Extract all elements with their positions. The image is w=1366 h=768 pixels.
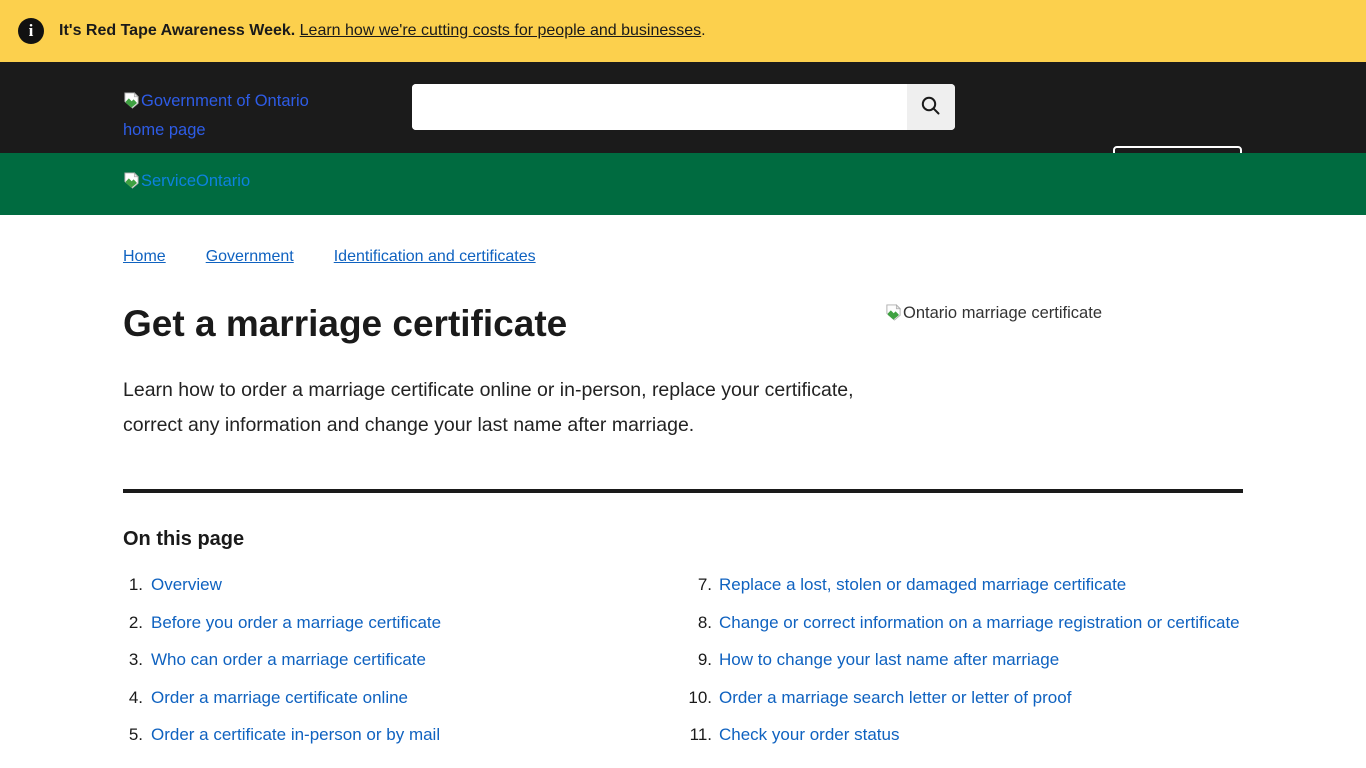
breadcrumb-link[interactable]: Government — [206, 248, 294, 266]
intro-paragraph: Learn how to order a marriage certificat… — [123, 373, 868, 443]
banner-message: It's Red Tape Awareness Week. Learn how … — [59, 22, 706, 40]
toc-item: 11. Check your order status — [680, 726, 1240, 743]
search-input[interactable] — [412, 84, 907, 130]
broken-image-icon — [123, 172, 140, 194]
toc-item-number: 1. — [123, 576, 143, 593]
toc-item-link[interactable]: Order a certificate in-person or by mail — [151, 726, 440, 743]
toc-item-link[interactable]: Order a marriage certificate online — [151, 689, 408, 706]
toc-item-number: 3. — [123, 651, 143, 668]
serviceontario-band: ServiceOntario — [0, 153, 1366, 215]
toc-item-number: 11. — [680, 726, 712, 743]
alert-banner: i It's Red Tape Awareness Week. Learn ho… — [0, 0, 1366, 62]
toc-item-number: 9. — [680, 651, 712, 668]
search-bar — [412, 84, 955, 130]
search-button[interactable] — [907, 84, 955, 130]
section-divider — [123, 489, 1243, 493]
lead-text-column: Get a marriage certificate Learn how to … — [123, 266, 868, 443]
toc-item-link[interactable]: Change or correct information on a marri… — [719, 614, 1240, 631]
broken-image-icon — [123, 91, 140, 117]
serviceontario-home-link[interactable]: ServiceOntario — [123, 172, 250, 194]
toc-item: 7. Replace a lost, stolen or damaged mar… — [680, 576, 1240, 593]
site-header: Government of Ontario home page Français… — [0, 62, 1366, 153]
government-logo-alt-text: Government of Ontario home page — [123, 92, 309, 139]
lead-section: Get a marriage certificate Learn how to … — [123, 266, 1243, 443]
toc-item-link[interactable]: Order a marriage search letter or letter… — [719, 689, 1071, 706]
page-title: Get a marriage certificate — [123, 303, 868, 345]
toc-item-link[interactable]: How to change your last name after marri… — [719, 651, 1059, 668]
search-icon — [919, 94, 943, 121]
toc-item-link[interactable]: Overview — [151, 576, 222, 593]
toc-item: 9. How to change your last name after ma… — [680, 651, 1240, 668]
breadcrumb: Home Government Identification and certi… — [123, 248, 1243, 266]
banner-suffix: . — [701, 22, 705, 39]
toc-item: 10. Order a marriage search letter or le… — [680, 689, 1240, 706]
toc-item-link[interactable]: Replace a lost, stolen or damaged marria… — [719, 576, 1126, 593]
main-content: Home Government Identification and certi… — [123, 248, 1243, 743]
toc-item-number: 5. — [123, 726, 143, 743]
on-this-page-heading: On this page — [123, 528, 1243, 551]
toc-item-number: 7. — [680, 576, 712, 593]
toc-item-number: 2. — [123, 614, 143, 631]
toc-item-number: 10. — [680, 689, 712, 706]
serviceontario-logo-alt-text: ServiceOntario — [141, 172, 250, 190]
toc-right-column: 7. Replace a lost, stolen or damaged mar… — [680, 576, 1240, 764]
toc-item: 8. Change or correct information on a ma… — [680, 614, 1240, 631]
info-icon: i — [18, 18, 44, 44]
certificate-image-placeholder: Ontario marriage certificate — [885, 304, 1102, 443]
banner-link[interactable]: Learn how we're cutting costs for people… — [300, 22, 702, 39]
table-of-contents: 1. Overview 2. Before you order a marria… — [123, 576, 1243, 743]
certificate-image-alt-text: Ontario marriage certificate — [903, 304, 1102, 322]
broken-image-icon — [885, 304, 902, 326]
toc-item-number: 4. — [123, 689, 143, 706]
government-of-ontario-home-link[interactable]: Government of Ontario home page — [123, 88, 318, 143]
breadcrumb-link[interactable]: Home — [123, 248, 166, 266]
banner-bold-text: It's Red Tape Awareness Week. — [59, 22, 295, 39]
toc-item-link[interactable]: Before you order a marriage certificate — [151, 614, 441, 631]
toc-item-link[interactable]: Check your order status — [719, 726, 899, 743]
toc-item-number: 8. — [680, 614, 712, 631]
breadcrumb-link[interactable]: Identification and certificates — [334, 248, 536, 266]
toc-item-link[interactable]: Who can order a marriage certificate — [151, 651, 426, 668]
